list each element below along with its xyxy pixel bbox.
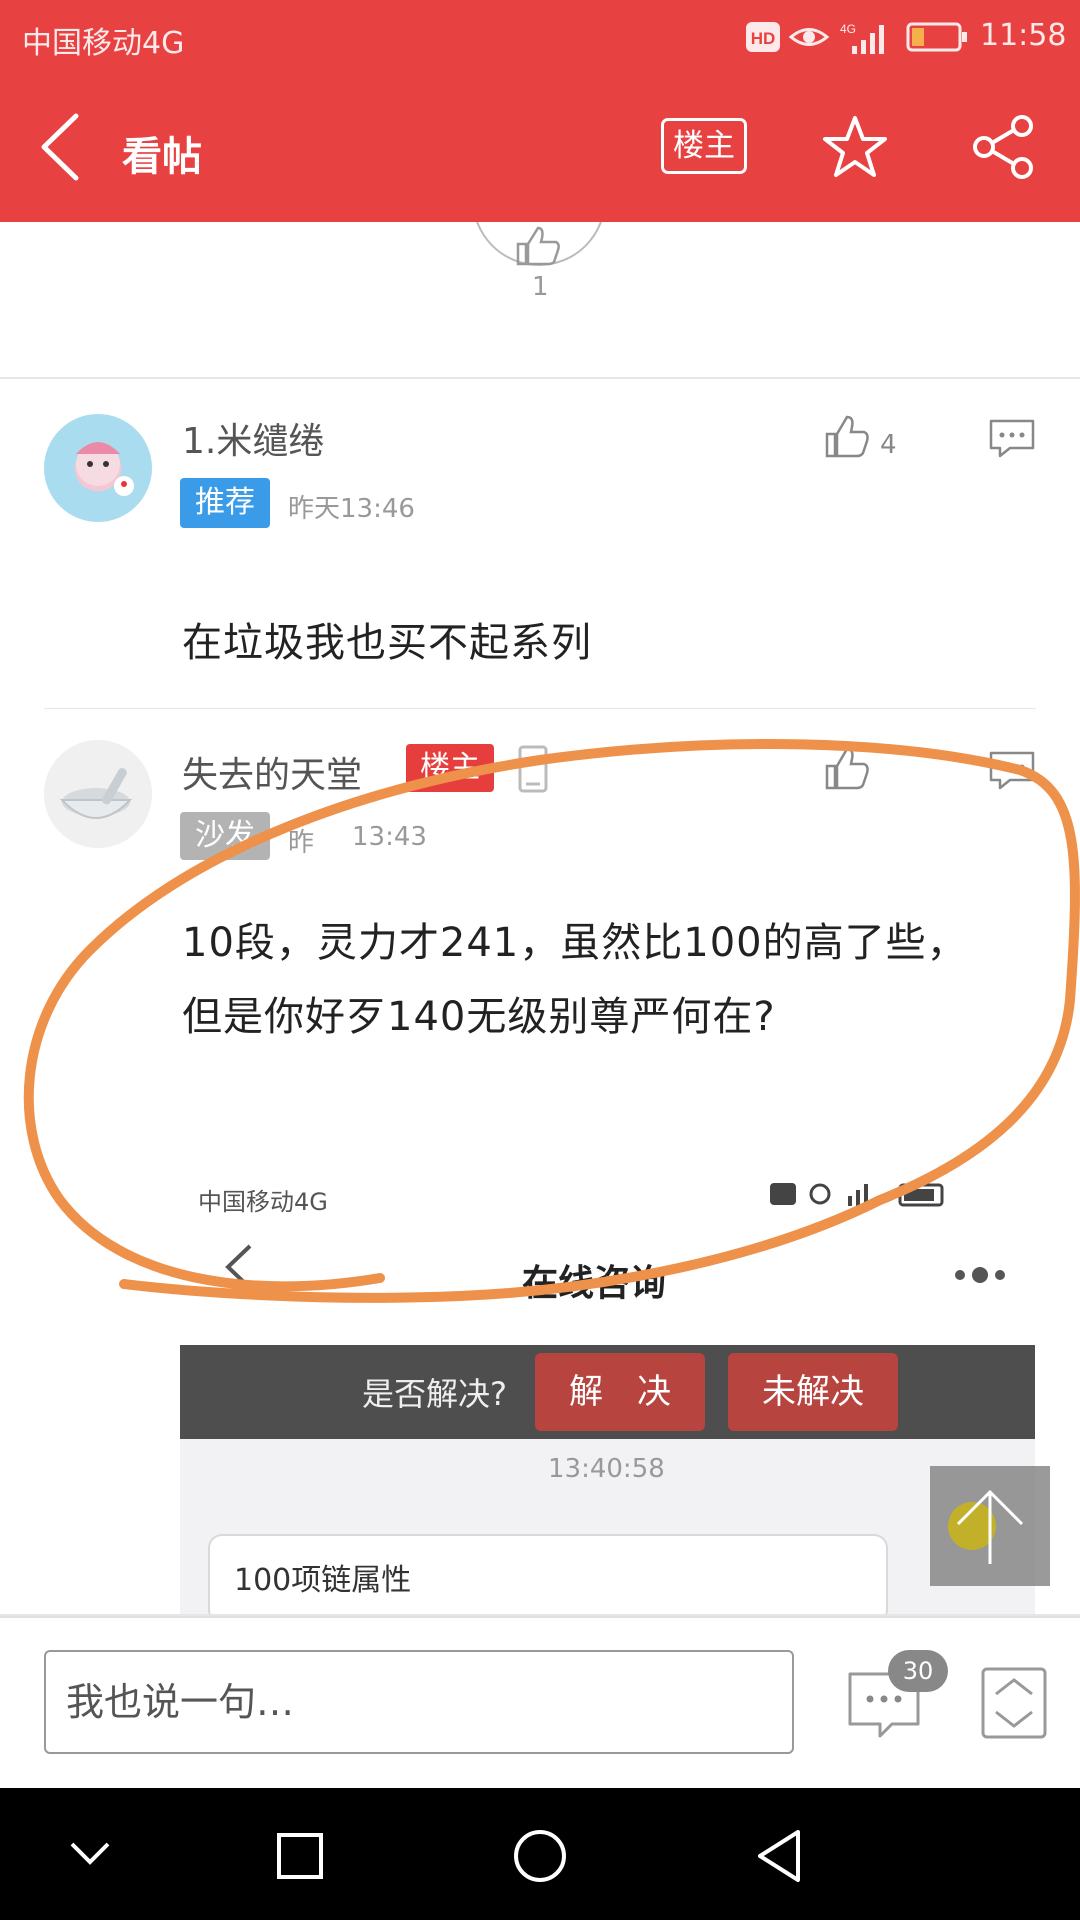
svg-text:4G: 4G bbox=[840, 22, 856, 36]
thumbs-up-icon[interactable] bbox=[824, 746, 870, 792]
app-header: 中国移动4G HD 4G 11:58 看帖 楼主 bbox=[0, 0, 1080, 222]
share-icon[interactable] bbox=[970, 114, 1036, 180]
sofa-tag: 沙发 bbox=[180, 812, 270, 860]
comment-icon[interactable] bbox=[988, 750, 1036, 790]
embedded-question: 是否解决? bbox=[362, 1375, 507, 1413]
owner-tag: 楼主 bbox=[406, 744, 494, 792]
chevron-down-icon[interactable] bbox=[68, 1838, 112, 1868]
signal-4g-icon: 4G bbox=[840, 22, 884, 54]
avatar-image bbox=[76, 442, 134, 496]
embedded-back-icon bbox=[225, 1244, 252, 1290]
thread-like-count: 1 bbox=[532, 272, 549, 302]
reply-time: 昨天13:46 bbox=[288, 494, 415, 524]
embedded-title: 在线咨询 bbox=[522, 1263, 667, 1304]
eye-icon bbox=[788, 28, 830, 46]
avatar-image bbox=[44, 740, 152, 848]
arrow-up-icon bbox=[948, 1489, 1024, 1564]
reply-author[interactable]: 1.米缱绻 bbox=[182, 412, 324, 464]
embedded-unsolved-button: 未解决 bbox=[728, 1353, 898, 1431]
recommend-tag: 推荐 bbox=[180, 478, 270, 528]
embedded-more-icon bbox=[955, 1267, 1005, 1283]
reply-text-line-2: 但是你好歹140无级别尊严何在? bbox=[182, 994, 776, 1040]
embedded-carrier: 中国移动4G bbox=[198, 1188, 328, 1216]
reply-time-suffix: 13:43 bbox=[352, 822, 427, 852]
scroll-to-top-button[interactable] bbox=[930, 1466, 1050, 1586]
thumbs-up-icon bbox=[516, 226, 560, 266]
reply-author[interactable]: 失去的天堂 bbox=[182, 746, 362, 798]
comment-count-badge: 30 bbox=[888, 1650, 948, 1692]
reply-input[interactable]: 我也说一句… bbox=[44, 1650, 794, 1754]
triangle-back-icon[interactable] bbox=[754, 1828, 804, 1884]
thumbs-up-icon[interactable] bbox=[824, 414, 870, 460]
reply-time-prefix: 昨 bbox=[288, 828, 315, 858]
comment-icon[interactable] bbox=[988, 418, 1036, 458]
embedded-timestamp: 13:40:58 bbox=[548, 1454, 665, 1484]
only-owner-button[interactable]: 楼主 bbox=[661, 118, 747, 174]
attached-screenshot[interactable]: 中国移动4G 在线咨询 是否解决? 解 决 未解决 13:40:58 100项链… bbox=[180, 1162, 1035, 1616]
svg-text:HD: HD bbox=[751, 29, 776, 48]
reply-bar: 我也说一句… 30 bbox=[0, 1616, 1080, 1790]
embedded-status-icons bbox=[770, 1183, 944, 1207]
carrier-label: 中国移动4G bbox=[22, 26, 185, 61]
battery-low-icon bbox=[906, 22, 967, 52]
page-jump-icon[interactable] bbox=[980, 1666, 1048, 1740]
system-nav-bar bbox=[0, 1788, 1080, 1920]
divider bbox=[44, 708, 1036, 709]
page-title: 看帖 bbox=[122, 134, 202, 180]
hd-icon: HD bbox=[746, 22, 780, 52]
star-icon[interactable] bbox=[822, 114, 888, 180]
reply-like-count: 4 bbox=[880, 430, 897, 460]
square-recent-icon[interactable] bbox=[276, 1832, 324, 1880]
divider bbox=[0, 377, 1080, 379]
reply-text: 在垃圾我也买不起系列 bbox=[182, 620, 592, 666]
avatar[interactable] bbox=[44, 740, 152, 848]
embedded-solved-button: 解 决 bbox=[535, 1353, 705, 1431]
embedded-message: 100项链属性 bbox=[208, 1534, 888, 1616]
clock: 11:58 bbox=[980, 18, 1067, 53]
embedded-resolve-bar: 是否解决? 解 决 未解决 bbox=[180, 1345, 1035, 1439]
back-arrow-icon[interactable] bbox=[36, 112, 86, 182]
thread-content[interactable]: 1 1.米缱绻 推荐 昨天13:46 4 在垃圾我也买不起系列 失去的天堂 楼主… bbox=[0, 222, 1080, 1616]
circle-home-icon[interactable] bbox=[512, 1828, 568, 1884]
phone-icon bbox=[518, 745, 548, 793]
thread-like-button[interactable] bbox=[472, 222, 606, 266]
avatar[interactable] bbox=[44, 414, 152, 522]
reply-text-line-1: 10段，灵力才241，虽然比100的高了些， bbox=[182, 920, 968, 966]
